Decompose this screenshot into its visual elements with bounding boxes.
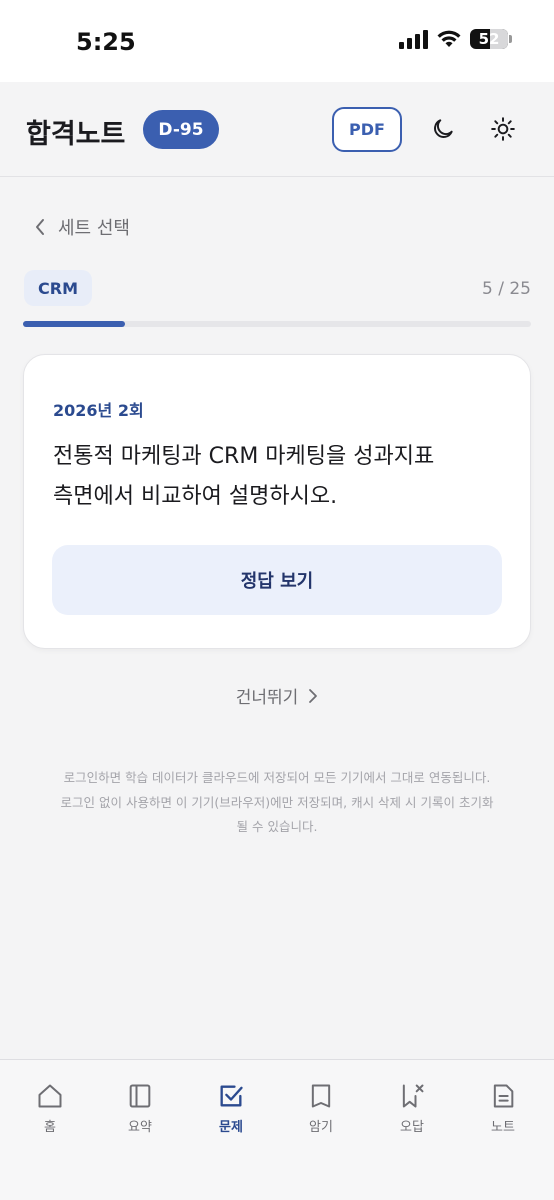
sun-icon <box>491 117 515 141</box>
chevron-right-icon <box>309 688 318 703</box>
question-line-2: 측면에서 비교하여 설명하시오. <box>53 484 338 509</box>
status-time: 5:25 <box>76 28 136 56</box>
nav-item-home[interactable]: 홈 <box>15 1082 85 1135</box>
category-chip: CRM <box>24 270 92 306</box>
progress-fill <box>23 321 125 327</box>
nav-item-summary[interactable]: 요약 <box>105 1082 175 1135</box>
nav-item-questions[interactable]: 문제 <box>196 1082 266 1135</box>
question-text: 전통적 마케팅과 CRM 마케팅을 성과지표 측면에서 비교하여 설명하시오. <box>53 437 503 517</box>
progress-bar <box>23 321 531 327</box>
nav-label-questions: 문제 <box>219 1120 243 1135</box>
show-answer-button[interactable]: 정답 보기 <box>52 545 502 615</box>
skip-button[interactable]: 건너뛰기 <box>0 683 554 708</box>
dark-mode-button[interactable] <box>428 114 458 144</box>
login-notice: 로그인하면 학습 데이터가 클라우드에 저장되어 모든 기기에서 그대로 연동됩… <box>20 766 534 840</box>
nav-label-summary: 요약 <box>128 1120 152 1135</box>
back-label: 세트 선택 <box>58 218 130 239</box>
check-square-icon <box>220 1085 243 1107</box>
status-bar: 5:25 52 <box>0 0 554 82</box>
skip-label: 건너뛰기 <box>235 688 299 708</box>
battery-icon: 52 <box>470 29 512 49</box>
nav-label-memorize: 암기 <box>309 1120 333 1135</box>
nav-item-notes[interactable]: 노트 <box>468 1082 538 1135</box>
exam-round: 2026년 2회 <box>53 401 144 420</box>
status-icons: 52 <box>399 29 512 49</box>
light-mode-button[interactable] <box>488 114 518 144</box>
chevron-left-icon <box>36 219 44 235</box>
pdf-button[interactable]: PDF <box>332 107 402 152</box>
nav-label-wrong-answers: 오답 <box>400 1120 424 1135</box>
dday-badge: D-95 <box>143 110 219 149</box>
book-icon <box>129 1084 151 1108</box>
card-icon <box>311 1084 331 1108</box>
bottom-nav: 홈 요약 문제 암기 오답 노트 <box>0 1059 554 1200</box>
nav-label-home: 홈 <box>44 1120 56 1135</box>
notice-line-2: 로그인 없이 사용하면 이 기기(브라우저)에만 저장되며, 캐시 삭제 시 기… <box>60 794 494 810</box>
back-to-set-select[interactable]: 세트 선택 <box>34 214 130 240</box>
bookmark-x-icon <box>402 1084 424 1108</box>
notice-line-1: 로그인하면 학습 데이터가 클라우드에 저장되어 모든 기기에서 그대로 연동됩… <box>63 770 491 785</box>
notice-line-3: 될 수 있습니다. <box>236 819 318 834</box>
nav-label-notes: 노트 <box>491 1120 515 1135</box>
nav-item-memorize[interactable]: 암기 <box>286 1082 356 1135</box>
nav-item-wrong-answers[interactable]: 오답 <box>377 1082 447 1135</box>
wifi-icon <box>437 30 461 47</box>
moon-icon <box>434 119 453 138</box>
battery-level: 52 <box>478 30 500 48</box>
home-icon <box>38 1084 62 1108</box>
signal-icon <box>399 29 428 49</box>
question-card: 2026년 2회 전통적 마케팅과 CRM 마케팅을 성과지표 측면에서 비교하… <box>23 354 531 649</box>
app-title: 합격노트 <box>26 119 126 150</box>
question-counter: 5 / 25 <box>482 279 531 299</box>
note-icon <box>493 1084 514 1108</box>
app-header: 합격노트 D-95 PDF <box>0 82 554 177</box>
question-line-1: 전통적 마케팅과 CRM 마케팅을 성과지표 <box>53 444 435 469</box>
